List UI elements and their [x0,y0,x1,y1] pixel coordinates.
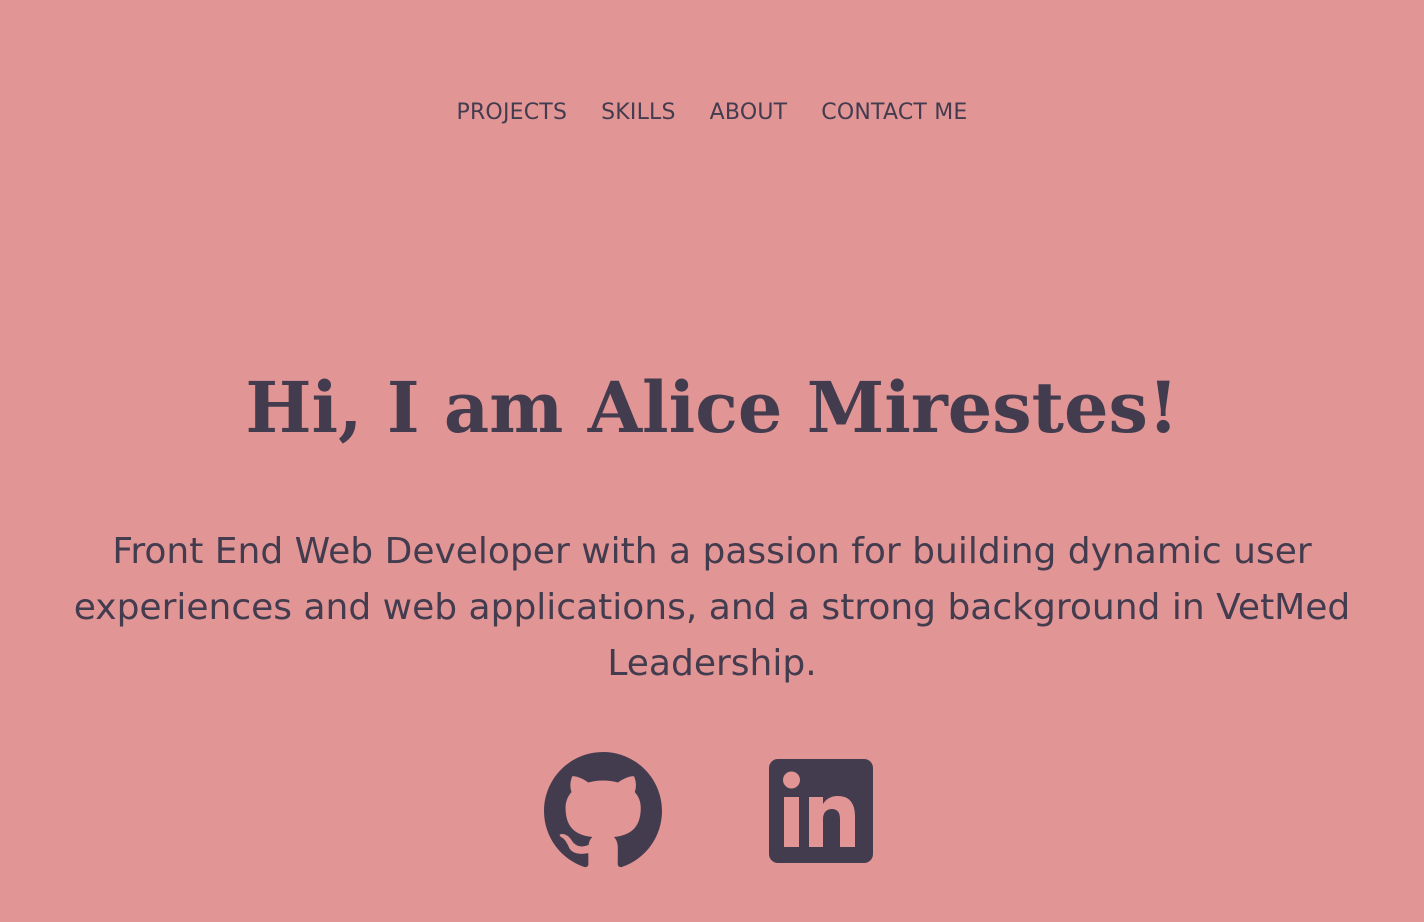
main-nav: PROJECTS SKILLS ABOUT CONTACT ME [0,96,1424,130]
github-link[interactable] [544,752,662,870]
nav-item-skills[interactable]: SKILLS [601,96,676,130]
nav-item-about[interactable]: ABOUT [710,96,788,130]
nav-item-projects[interactable]: PROJECTS [456,96,567,130]
hero-title: Hi, I am Alice Mirestes! [245,366,1179,449]
linkedin-icon [769,759,873,863]
nav-item-contact-me[interactable]: CONTACT ME [821,96,967,130]
linkedin-link[interactable] [762,752,880,870]
github-icon [544,752,662,868]
social-links [0,752,1424,870]
hero-subtitle: Front End Web Developer with a passion f… [73,531,1351,684]
